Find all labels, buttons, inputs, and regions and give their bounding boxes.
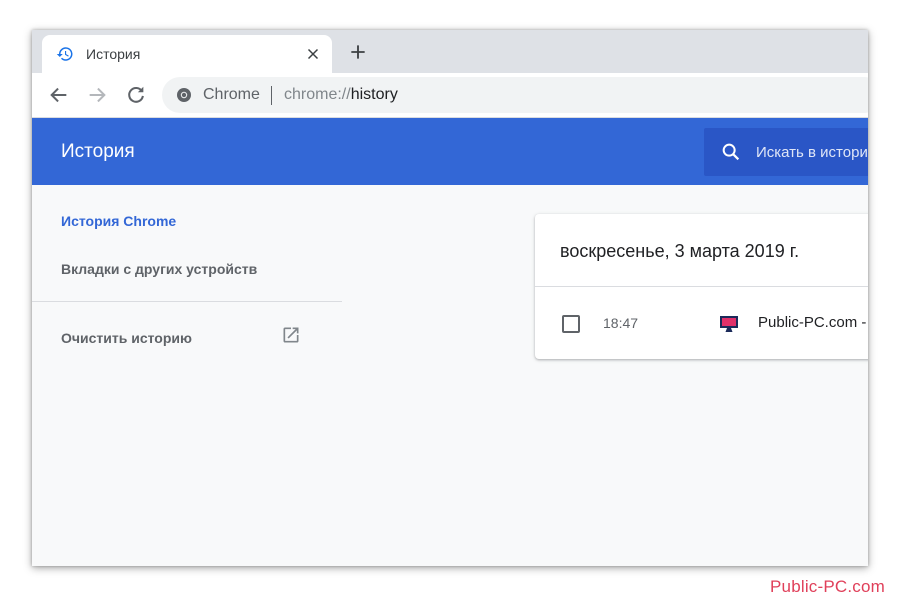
url-scheme: chrome:// [284,86,351,103]
address-bar[interactable]: Chrome chrome://history [162,77,868,113]
chip-separator [271,86,272,105]
tab-strip: История [32,30,868,73]
entry-time: 18:47 [603,315,639,331]
security-chip: Chrome [203,86,260,103]
history-icon [56,47,73,61]
history-header: История [32,118,868,185]
watermark: Public-PC.com [770,577,886,596]
search-field[interactable] [704,128,868,176]
date-heading: воскресенье, 3 марта 2019 г. [560,241,800,261]
reload-icon[interactable] [125,84,147,106]
sidebar-item-other-devices[interactable]: Вкладки с других устройств [61,261,257,277]
sidebar: История Chrome Вкладки с других устройст… [32,185,342,566]
monitor-icon [720,316,738,332]
url-text: chrome://history [284,86,398,104]
search-icon [722,143,740,161]
back-arrow-icon[interactable] [48,84,70,106]
search-input[interactable] [756,140,868,164]
entry-title[interactable]: Public-PC.com - [758,314,866,331]
external-link-icon[interactable] [281,325,301,345]
page-title: История [61,141,135,162]
browser-window: История Chrome chrome://history История … [32,30,868,566]
sidebar-divider [32,301,342,302]
tab-history[interactable]: История [42,35,332,73]
sidebar-item-chrome-history[interactable]: История Chrome [61,213,176,229]
tab-title: История [86,46,141,62]
close-icon[interactable] [304,45,322,63]
plus-icon[interactable] [348,42,368,62]
toolbar: Chrome chrome://history [32,73,868,118]
history-card: воскресенье, 3 марта 2019 г. 18:47 Publi… [535,214,868,359]
chrome-icon [177,88,191,102]
sidebar-item-clear-history[interactable]: Очистить историю [61,330,192,346]
forward-arrow-icon[interactable] [86,84,108,106]
entry-checkbox[interactable] [562,315,580,333]
url-host: history [350,86,398,103]
card-divider [535,286,868,287]
